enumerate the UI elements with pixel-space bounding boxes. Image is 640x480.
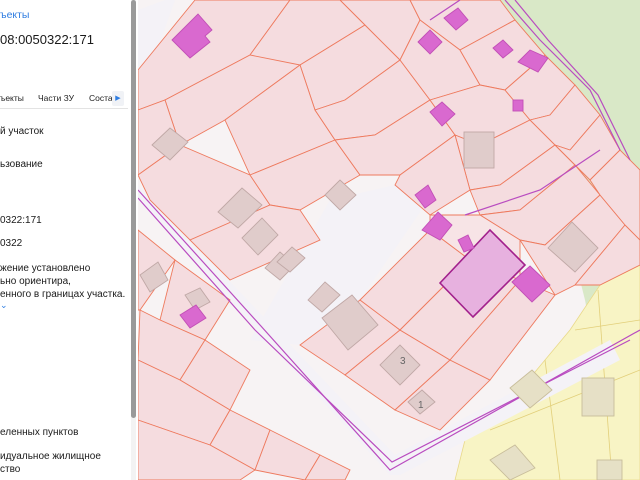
info-row: ьзование <box>0 159 43 170</box>
objects-link[interactable]: ъекты <box>0 9 29 21</box>
object-info-panel: ъекты 08:0050322:171 ъекты Части ЗУ Сост… <box>0 0 138 480</box>
info-row: й участок <box>0 126 44 137</box>
info-row: идуальное жилищное <box>0 451 101 462</box>
info-row: ьно ориентира, <box>0 276 71 287</box>
expand-chevron-icon[interactable]: ⌄ <box>0 300 8 311</box>
tab-composition[interactable]: Соста <box>89 93 113 103</box>
tab-parts[interactable]: Части ЗУ <box>38 93 74 103</box>
house-number-1: 1 <box>418 400 424 411</box>
info-row: жение установлено <box>0 263 91 274</box>
info-row: ство <box>0 464 21 475</box>
cadastral-number-title: 08:0050322:171 <box>0 32 94 47</box>
panel-scrollbar-thumb[interactable] <box>131 0 136 418</box>
info-row: 0322:171 <box>0 215 42 226</box>
info-row: еленных пунктов <box>0 427 79 438</box>
house-number-3: 3 <box>400 356 406 367</box>
tab-objects[interactable]: ъекты <box>0 93 24 103</box>
info-row: енного в границах участка. <box>0 289 126 300</box>
tabs-scroll-right-icon[interactable]: ▶ <box>112 91 124 106</box>
info-row: 0322 <box>0 238 23 249</box>
panel-tabs: ъекты Части ЗУ Соста ▶ <box>0 90 128 109</box>
